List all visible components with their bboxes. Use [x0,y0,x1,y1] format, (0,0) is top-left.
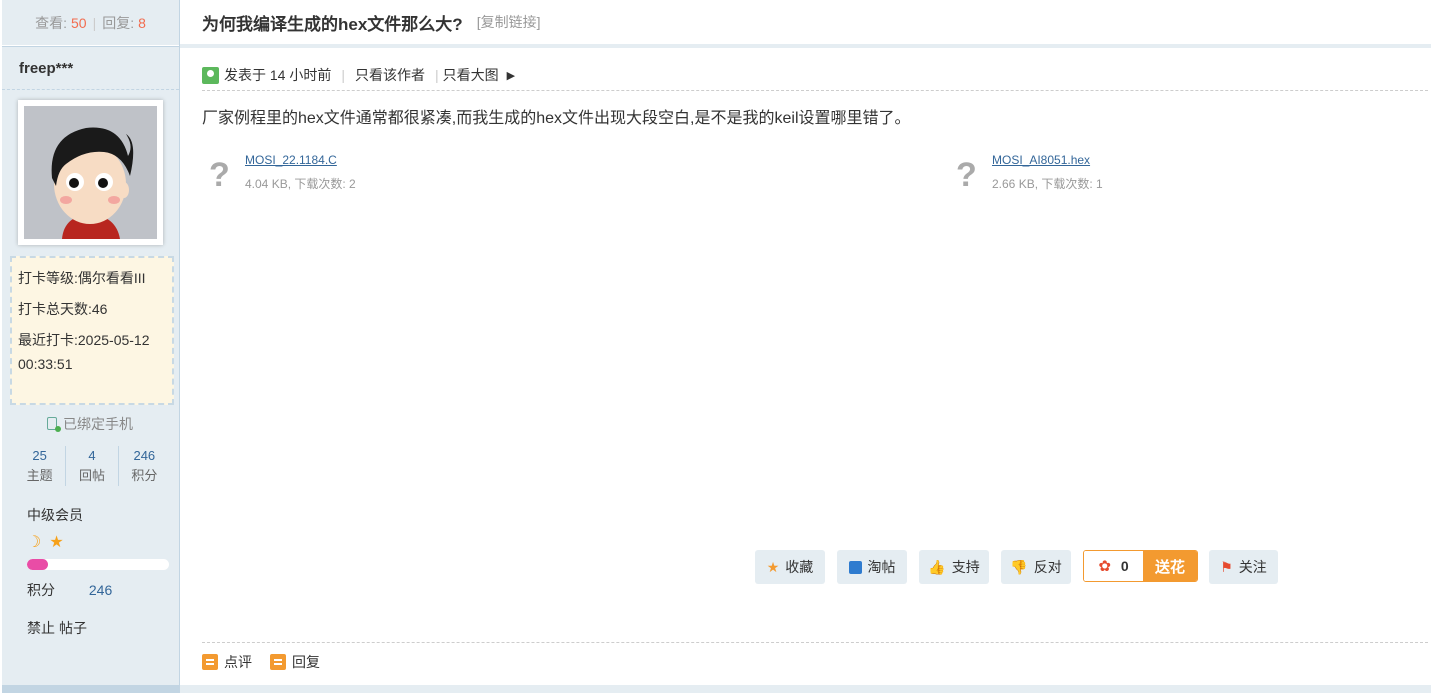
support-label: 支持 [951,559,980,575]
checkin-days: 打卡总天数:46 [18,301,108,317]
checkin-last: 最近打卡:2025-05-12 00:33:51 [18,332,150,372]
meta-divider: | [341,67,345,83]
collect-thread-icon [848,560,862,574]
count-topics[interactable]: 25 主题 [14,446,67,486]
attachment-item: ? MOSI_AI8051.hex 2.66 KB, 下载次数: 1 [956,152,1103,194]
unknown-file-icon: ? [209,156,230,194]
level-stars: ☽ ★ [27,532,64,552]
ban-target: 帖子 [59,620,87,636]
views-label: 查看: [35,14,67,31]
count-label: 主题 [26,468,53,483]
phone-bound-label: 已绑定手机 [63,416,133,432]
ban-status: 禁止 帖子 [27,618,91,638]
thread-stats: 查看: 50 | 回复: 8 [2,0,179,46]
attachment-link[interactable]: MOSI_22.1184.C [245,152,356,168]
only-author-link[interactable]: 只看该作者 [355,65,425,85]
cartoon-avatar-icon [24,106,157,239]
count-value: 4 [88,448,96,463]
support-button[interactable]: 👍 支持 [919,550,989,584]
attachment-info: 4.04 KB, 下载次数: 2 [245,177,356,191]
post-bottom-bar [180,685,1431,693]
unknown-file-icon: ? [956,156,977,194]
attachment-link[interactable]: MOSI_AI8051.hex [992,152,1103,168]
count-label: 回帖 [78,468,105,483]
author-name[interactable]: freep*** [2,46,179,90]
follow-button[interactable]: ⚑ 关注 [1209,550,1278,584]
points-label: 积分 [27,582,55,598]
avatar[interactable] [18,100,163,245]
flower-count-box: ✿ 0 [1084,551,1143,581]
author-sidebar: 查看: 50 | 回复: 8 freep*** 打卡等级:偶尔看看III 打卡总… [2,0,180,693]
count-value: 246 [133,448,156,463]
send-flower-widget[interactable]: ✿ 0 送花 [1083,550,1198,582]
flag-icon: ⚑ [1220,558,1233,575]
points-value: 246 [88,582,113,598]
post-footer-actions: 点评 回复 [202,652,320,672]
online-status-icon [202,66,219,84]
replies-label: 回复: [102,14,135,31]
star-icon: ★ [49,534,64,551]
big-image-link[interactable]: 只看大图 [443,65,499,85]
level-progress [27,559,169,570]
user-counts: 25 主题 4 回帖 246 积分 [14,446,170,486]
checkin-level: 打卡等级:偶尔看看III [18,270,146,286]
oppose-label: 反对 [1033,559,1062,575]
reply-button[interactable]: 回复 [270,652,320,672]
favorite-label: 收藏 [785,559,814,575]
count-label: 积分 [131,468,158,483]
points-row: 积分 246 [27,580,112,600]
count-points[interactable]: 246 积分 [119,446,170,486]
level-progress-fill [27,559,49,570]
reply-label: 回复 [292,654,320,670]
count-replies[interactable]: 4 回帖 [66,446,119,486]
ban-label: 禁止 [27,620,55,636]
follow-label: 关注 [1238,559,1267,575]
star-icon: ★ [766,558,780,575]
post-content: 厂家例程里的hex文件通常都很紧凑,而我生成的hex文件出现大段空白,是不是我的… [202,110,911,127]
oppose-button[interactable]: 👎 反对 [1001,550,1071,584]
attachment-item: ? MOSI_22.1184.C 4.04 KB, 下载次数: 2 [209,152,356,194]
moon-icon: ☽ [27,534,42,551]
comment-label: 点评 [224,654,252,670]
replies-count: 8 [138,14,146,31]
favorite-button[interactable]: ★ 收藏 [755,550,825,584]
count-value: 25 [32,448,47,463]
phone-icon [47,417,61,432]
flower-icon: ✿ [1098,558,1111,575]
attachment-info: 2.66 KB, 下载次数: 1 [992,177,1103,191]
comment-button[interactable]: 点评 [202,652,252,672]
phone-bound: 已绑定手机 [2,414,178,434]
sidebar-bottom-bar [2,685,180,693]
tao-button[interactable]: 淘帖 [837,550,907,584]
thumbs-down-icon: 👎 [1010,558,1028,575]
page-title: 为何我编译生成的hex文件那么大? [202,14,463,34]
copy-link-button[interactable]: [复制链接] [477,12,541,32]
thumbs-up-icon: 👍 [928,558,946,575]
views-count: 50 [70,14,87,31]
checkin-box: 打卡等级:偶尔看看III 打卡总天数:46 最近打卡:2025-05-12 00… [10,256,174,405]
send-flower-button[interactable]: 送花 [1143,551,1197,581]
member-level[interactable]: 中级会员 [27,505,83,525]
thread-title-bar: 为何我编译生成的hex文件那么大? [复制链接] [180,0,1431,48]
reply-icon [270,654,286,670]
caret-right-icon[interactable]: ▶ [507,69,515,82]
post-meta: 发表于 14 小时前 | 只看该作者 | 只看大图 ▶ [202,60,1428,91]
footer-divider [202,642,1428,643]
flower-count: 0 [1120,558,1129,574]
stats-divider: | [92,14,97,31]
tao-label: 淘帖 [867,559,896,575]
comment-icon [202,654,218,670]
meta-divider: | [435,67,439,83]
post-time: 发表于 14 小时前 [224,67,332,83]
